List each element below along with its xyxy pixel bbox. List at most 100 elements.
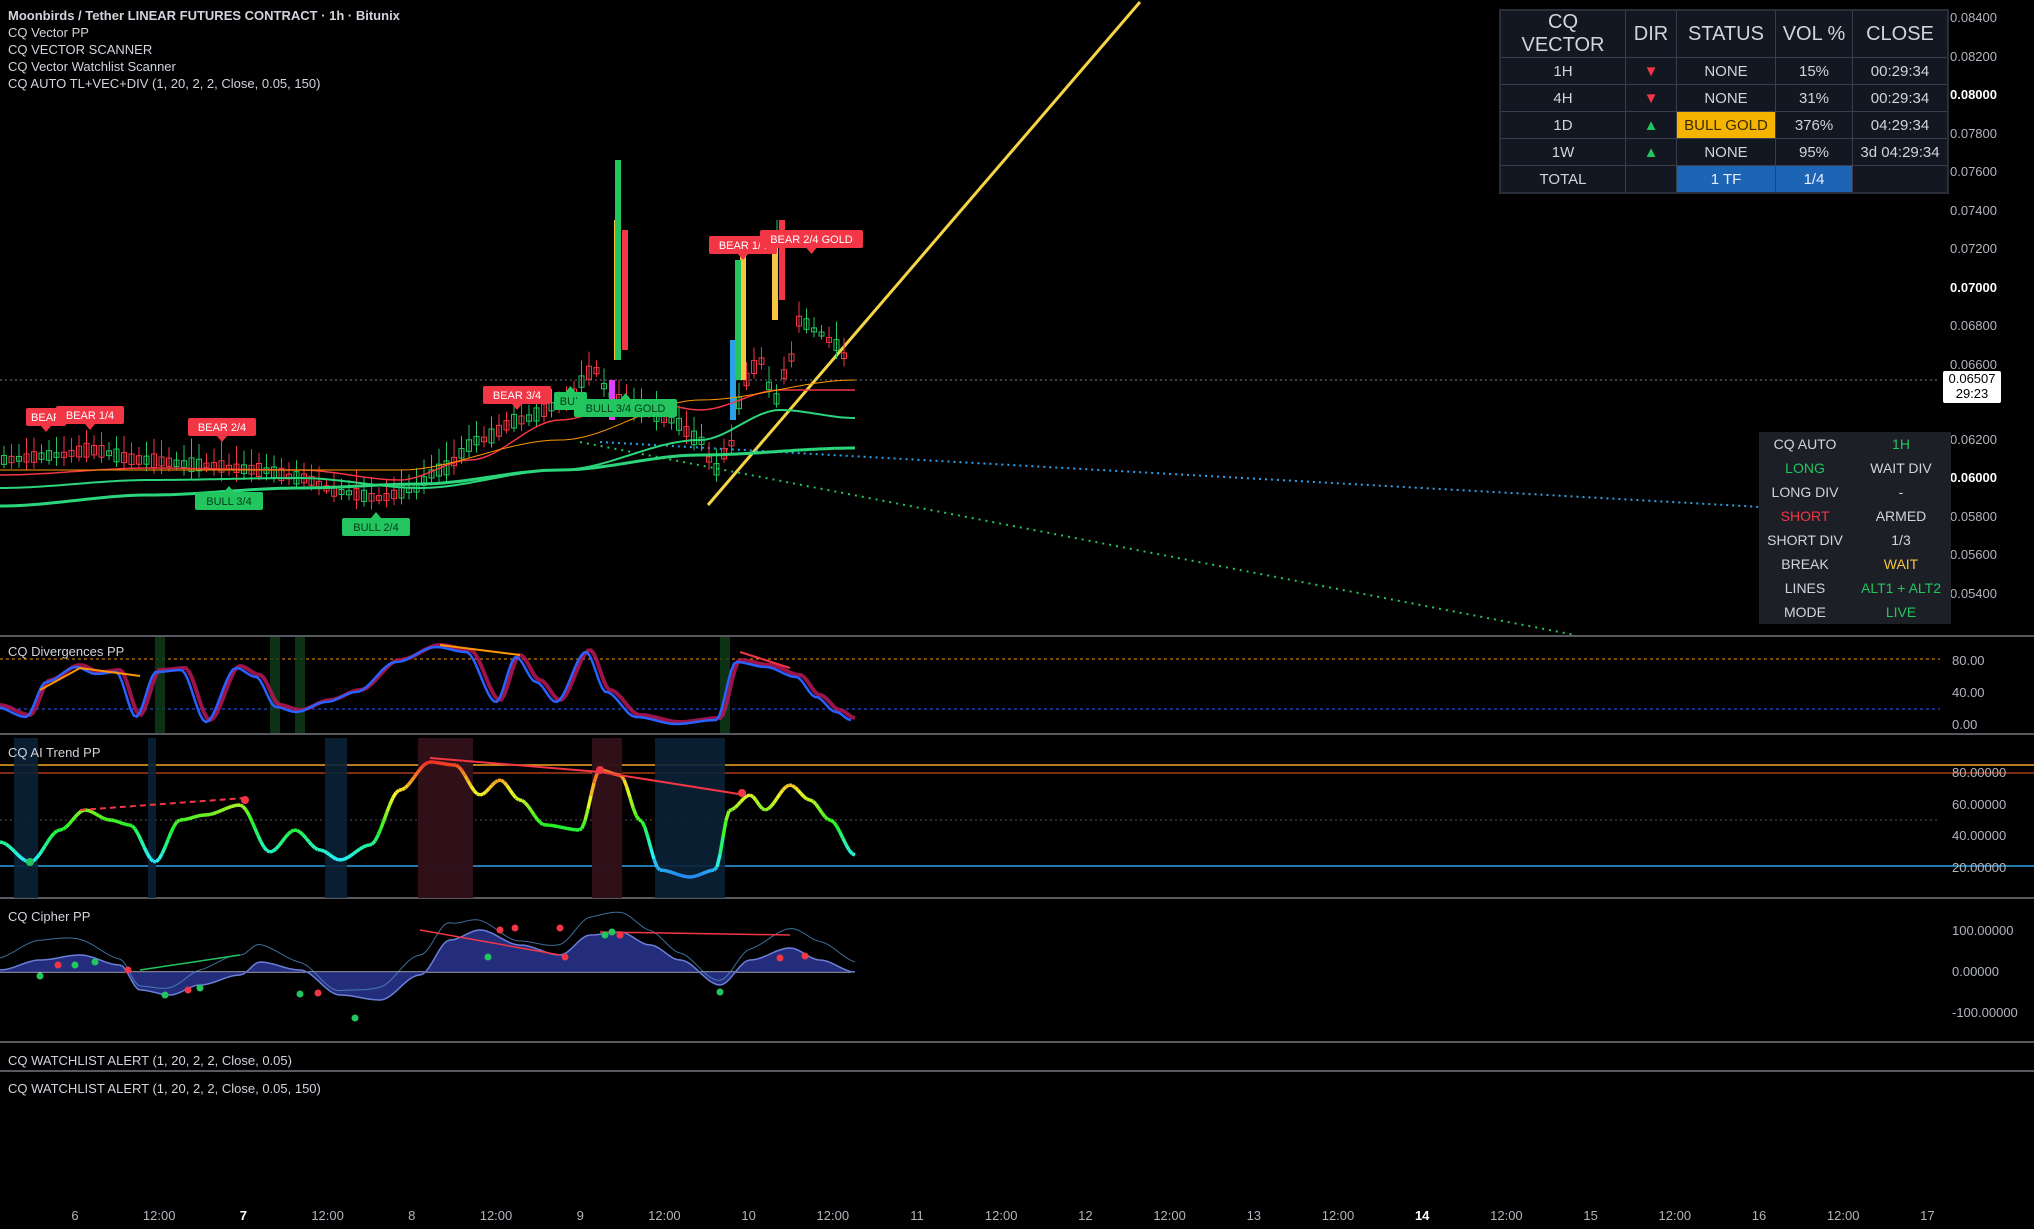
- div-axis-label: 0.00: [1952, 717, 1977, 732]
- ai-trend-line: [811, 799, 818, 806]
- status-cell-gold: BULL GOLD: [1676, 111, 1776, 139]
- pane-title-cipher[interactable]: CQ Cipher PP: [8, 909, 90, 924]
- ai-bg-zone-blue: [325, 738, 347, 898]
- total-label: TOTAL: [1499, 165, 1626, 194]
- signal-bear-pointer: [806, 248, 817, 254]
- auto-value: ARMED: [1875, 508, 1927, 524]
- ai-trend-line: [412, 772, 419, 779]
- price-axis-label: 0.07000: [1950, 280, 1997, 295]
- cipher-signal-dot: [561, 953, 569, 961]
- close-cell: 00:29:34: [1852, 84, 1949, 112]
- time-axis-label: 12:00: [817, 1208, 850, 1223]
- ai-signal-dot: [26, 858, 34, 866]
- ai-trend-line: [775, 792, 782, 800]
- ai-trend-line: [535, 817, 542, 824]
- ai-trend-line: [298, 830, 305, 837]
- ai-div-line-dashed: [79, 797, 246, 811]
- ai-trend-line: [781, 785, 788, 792]
- ai-trend-line: [704, 869, 709, 875]
- ai-trend-line: [148, 856, 155, 863]
- ai-trend-line: [814, 803, 821, 810]
- ai-trend-line: [239, 803, 244, 808]
- ai-signal-dot: [596, 766, 604, 774]
- ai-trend-line: [256, 834, 263, 843]
- ai-trend-line: [307, 840, 314, 847]
- auto-value: ALT1 + ALT2: [1860, 580, 1942, 596]
- total-row: TOTAL 1 TF 1/4: [1499, 165, 1949, 194]
- ai-trend-line: [724, 810, 731, 822]
- ai-trend-line: [2, 840, 7, 846]
- table-row: SHORT ARMED: [1759, 504, 1951, 528]
- ai-trend-line: [224, 806, 229, 811]
- time-axis-label: 12:00: [311, 1208, 344, 1223]
- signal-bear-text: BEAR 1/4: [66, 410, 114, 422]
- ai-trend-line: [262, 845, 269, 852]
- time-axis-label: 12:00: [1827, 1208, 1860, 1223]
- ai-trend-line: [674, 871, 679, 877]
- table-row: 1H ▼ NONE 15% 00:29:34: [1499, 57, 1949, 85]
- div-highlight-bar: [295, 637, 305, 733]
- ai-trend-line: [817, 807, 824, 814]
- ai-trend-line: [791, 783, 796, 789]
- cq-vector-table: CQ VECTOR DIR STATUS VOL % CLOSE 1H ▼ NO…: [1499, 9, 1949, 194]
- ai-trend-line: [304, 837, 311, 843]
- ai-trend-line: [799, 792, 806, 798]
- ai-trend-line: [185, 816, 190, 821]
- symbol-title[interactable]: Moonbirds / Tether LINEAR FUTURES CONTRA…: [8, 7, 400, 24]
- ai-trend-line: [563, 826, 568, 831]
- pane-title-ai-trend[interactable]: CQ AI Trend PP: [8, 745, 101, 760]
- ai-trend-line: [133, 827, 140, 835]
- pane-title-alert-1[interactable]: CQ WATCHLIST ALERT (1, 20, 2, 2, Close, …: [8, 1053, 292, 1068]
- indicator-auto-tl[interactable]: CQ AUTO TL+VEC+DIV (1, 20, 2, 2, Close, …: [8, 75, 400, 92]
- ai-trend-line: [52, 829, 59, 835]
- signal-bull-pointer: [371, 512, 381, 518]
- cipher-signal-dot: [801, 952, 809, 960]
- ai-trend-line: [34, 853, 41, 860]
- ai-trend-line: [373, 834, 380, 842]
- ai-trend-line: [398, 787, 403, 792]
- time-axis-label: 12:00: [985, 1208, 1018, 1223]
- ai-trend-line: [365, 843, 370, 848]
- ai-trend-line: [212, 810, 217, 816]
- ai-trend-line: [638, 818, 643, 823]
- cipher-axis-label: 0.00000: [1952, 964, 1999, 979]
- ai-trend-line: [634, 814, 641, 821]
- pane-title-divergences[interactable]: CQ Divergences PP: [8, 644, 124, 659]
- ai-trend-line: [838, 831, 845, 840]
- ai-trend-line: [362, 844, 367, 849]
- ai-trend-line: [227, 804, 232, 810]
- vector-candle: [615, 160, 621, 360]
- cipher-signal-dot: [184, 986, 192, 994]
- cipher-signal-dot: [716, 988, 724, 996]
- ai-trend-line: [341, 857, 346, 862]
- ai-trend-line: [323, 849, 328, 855]
- ai-trend-line: [733, 803, 740, 809]
- ai-trend-line: [136, 833, 143, 841]
- indicator-watchlist-scanner[interactable]: CQ Vector Watchlist Scanner: [8, 58, 400, 75]
- ai-trend-line: [10, 847, 17, 854]
- ai-trend-line: [391, 791, 398, 799]
- ai-trend-line: [769, 801, 776, 808]
- ai-trend-line: [355, 847, 362, 853]
- ai-trend-line: [73, 812, 80, 819]
- ai-trend-line: [61, 825, 68, 831]
- cipher-signal-dot: [124, 966, 132, 974]
- auto-value: LIVE: [1885, 604, 1917, 620]
- ai-trend-line: [484, 787, 491, 793]
- pane-title-alert-2[interactable]: CQ WATCHLIST ALERT (1, 20, 2, 2, Close, …: [8, 1081, 321, 1096]
- ai-trend-line: [640, 820, 647, 829]
- ai-trend-line: [532, 813, 539, 820]
- ai-trend-line: [701, 870, 706, 876]
- ai-trend-line: [194, 814, 199, 819]
- cipher-signal-dot: [616, 931, 624, 939]
- ai-trend-line: [476, 792, 481, 797]
- trendline-projection-green: [579, 441, 1576, 636]
- dir-up-icon: ▲: [1625, 138, 1677, 166]
- indicator-vector-pp[interactable]: CQ Vector PP: [8, 24, 400, 41]
- indicator-vector-scanner[interactable]: CQ VECTOR SCANNER: [8, 41, 400, 58]
- ai-trend-line: [277, 840, 284, 847]
- signal-bull-text: BULL 2/4: [353, 522, 398, 534]
- ai-trend-line: [680, 873, 685, 878]
- ai-trend-line: [113, 818, 118, 824]
- ai-trend-line: [851, 852, 856, 857]
